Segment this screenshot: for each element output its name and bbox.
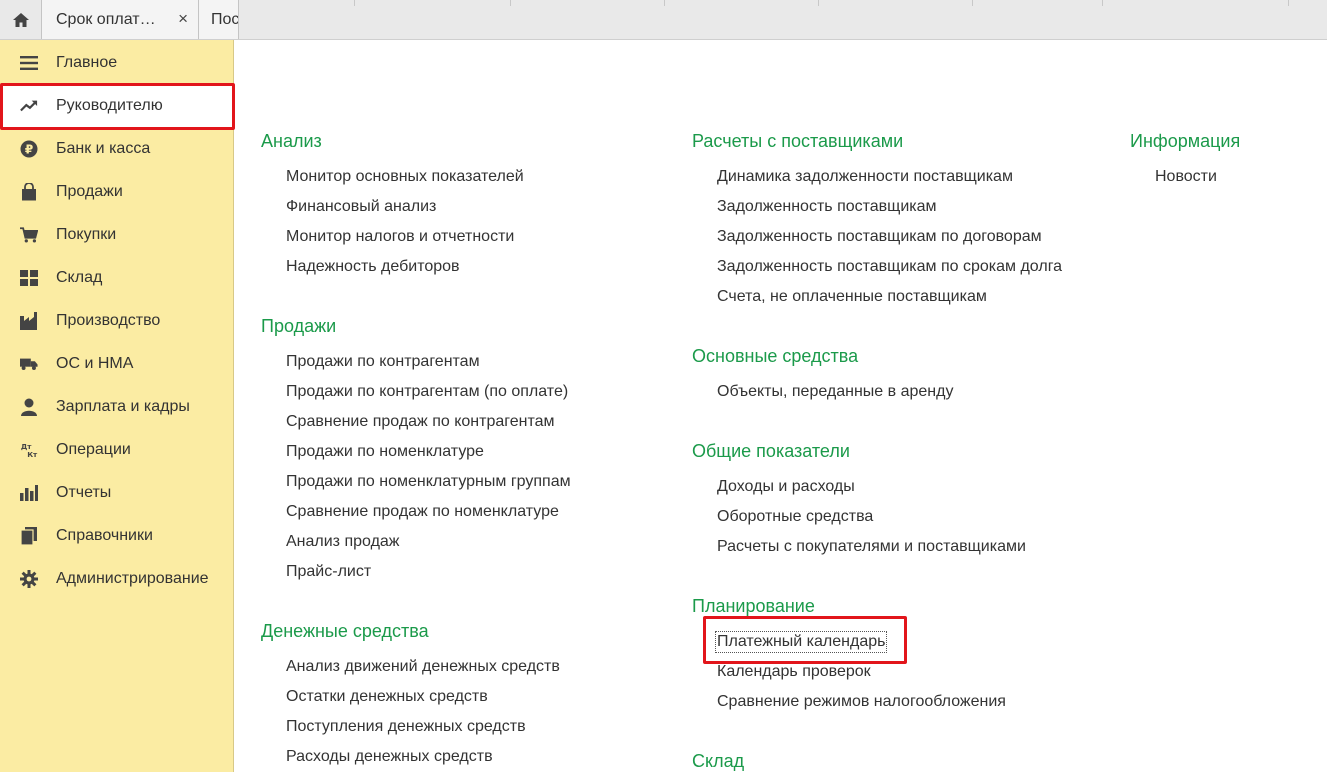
section-title-prodazhi: Продажи [261,316,337,336]
tab-divider [1102,0,1103,6]
section-title-sklad: Склад [692,751,745,771]
truck-icon [20,355,38,373]
tab-divider [664,0,665,6]
sidebar-item-label: Производство [56,311,161,329]
tab-label: Пос [211,10,239,28]
link-obekty-v-arendu[interactable]: Объекты, переданные в аренду [717,383,953,401]
factory-icon [20,311,38,330]
link-novosti[interactable]: Новости [1155,168,1217,186]
sidebar-item-operacii[interactable]: Дт Кт Операции [0,428,234,471]
ruble-icon: ₽ [20,140,38,158]
tab-divider [818,0,819,6]
gear-icon [20,569,38,588]
link-sravnenie-kontragentam[interactable]: Сравнение продаж по контрагентам [286,413,555,431]
tab-divider [354,0,355,6]
close-icon[interactable]: × [178,9,188,29]
sidebar-item-label: Операции [56,440,131,458]
dt-kt-icon: Дт Кт [20,441,38,459]
sidebar-item-pokupki[interactable]: Покупки [0,213,234,256]
tab-divider [510,0,511,6]
tab-divider [972,0,973,6]
sidebar-item-label: Отчеты [56,483,112,501]
tab-divider [1288,0,1289,6]
sidebar-item-label: Покупки [56,225,117,243]
menu-icon [20,54,38,72]
link-zadolzhennost-po-srokam[interactable]: Задолженность поставщикам по срокам долг… [717,258,1062,276]
link-kalendar-proverok[interactable]: Календарь проверок [717,663,871,681]
link-prodazhi-nomenklature[interactable]: Продажи по номенклатуре [286,443,484,461]
link-monitor-pokazateley[interactable]: Монитор основных показателей [286,168,524,186]
tab-label: Срок оплат… [56,10,156,28]
link-analiz-dvizheniy[interactable]: Анализ движений денежных средств [286,658,560,676]
sidebar-item-label: Склад [56,268,103,286]
link-sravnenie-rezhimov[interactable]: Сравнение режимов налогообложения [717,693,1006,711]
sidebar-item-label: Главное [56,53,118,71]
highlight-frame [0,83,235,130]
link-finansovyy-analiz[interactable]: Финансовый анализ [286,198,436,216]
link-sravnenie-nomenklature[interactable]: Сравнение продаж по номенклатуре [286,503,559,521]
sidebar-item-label: Администрирование [56,569,209,587]
link-prays-list[interactable]: Прайс-лист [286,563,371,581]
link-zadolzhennost-postavshchikam[interactable]: Задолженность поставщикам [717,198,937,216]
sidebar-item-zarplata[interactable]: Зарплата и кадры [0,385,234,428]
link-postupleniya-ds[interactable]: Поступления денежных средств [286,718,526,736]
link-nadezhnost-debitorov[interactable]: Надежность дебиторов [286,258,460,276]
highlight-frame [703,616,907,664]
link-prodazhi-po-oplate[interactable]: Продажи по контрагентам (по оплате) [286,383,568,401]
link-dinamika-zadolzhennosti[interactable]: Динамика задолженности поставщикам [717,168,1013,186]
sidebar-item-label: Продажи [56,182,123,200]
sidebar-item-label: Банк и касса [56,139,151,157]
link-analiz-prodazh[interactable]: Анализ продаж [286,533,400,551]
section-title-informaciya: Информация [1130,131,1241,151]
link-zadolzhennost-po-dogovoram[interactable]: Задолженность поставщикам по договорам [717,228,1042,246]
svg-text:Кт: Кт [27,450,38,459]
sidebar-item-glavnoe[interactable]: Главное [0,41,234,84]
sidebar-item-otchety[interactable]: Отчеты [0,471,234,514]
section-title-osnovnye-sredstva: Основные средства [692,346,859,366]
person-icon [20,398,38,416]
tab-srok-oplaty[interactable]: Срок оплат… × [42,0,199,39]
sidebar-item-sklad[interactable]: Склад [0,256,234,299]
bag-icon [20,182,38,201]
sidebar-item-prodazhi[interactable]: Продажи [0,170,234,213]
sidebar-item-administrirovanie[interactable]: Администрирование [0,557,234,600]
link-raskhody-ds[interactable]: Расходы денежных средств [286,748,493,766]
bar-chart-icon [20,484,38,502]
home-tab[interactable] [0,0,42,39]
sidebar-item-label: Справочники [56,526,153,544]
link-scheta-ne-oplachennye[interactable]: Счета, не оплаченные поставщикам [717,288,987,306]
link-prodazhi-kontragentam[interactable]: Продажи по контрагентам [286,353,480,371]
books-icon [20,526,38,545]
link-prodazhi-nom-gruppam[interactable]: Продажи по номенклатурным группам [286,473,571,491]
sidebar-item-label: ОС и НМА [56,354,134,372]
section-title-obshchie-pokazateli: Общие показатели [692,441,850,461]
link-dokhody-raskhody[interactable]: Доходы и расходы [717,478,855,496]
tab-bar: Срок оплат… × Пос [0,0,1327,40]
home-icon [12,12,29,27]
sidebar-item-proizvodstvo[interactable]: Производство [0,299,234,342]
section-title-analiz: Анализ [261,131,322,151]
link-raschety-pokupateli[interactable]: Расчеты с покупателями и поставщиками [717,538,1026,556]
section-title-raschety-postavshchiki: Расчеты с поставщиками [692,131,904,151]
cart-icon [20,226,38,244]
tab-second[interactable]: Пос [199,0,239,39]
sidebar: Главное Руководителю ₽ Банк и касса Прод… [0,40,234,772]
section-title-planirovanie: Планирование [692,596,815,616]
sidebar-item-spravochniki[interactable]: Справочники [0,514,234,557]
sidebar-item-bank-kassa[interactable]: ₽ Банк и касса [0,127,234,170]
link-oborotnye-sredstva[interactable]: Оборотные средства [717,508,873,526]
sidebar-item-os-nma[interactable]: ОС и НМА [0,342,234,385]
svg-text:₽: ₽ [25,142,33,156]
link-monitor-nalogov[interactable]: Монитор налогов и отчетности [286,228,514,246]
sidebar-item-label: Зарплата и кадры [56,397,190,415]
section-title-denezhnye-sredstva: Денежные средства [261,621,429,641]
link-ostatki-ds[interactable]: Остатки денежных средств [286,688,488,706]
warehouse-icon [20,269,38,287]
